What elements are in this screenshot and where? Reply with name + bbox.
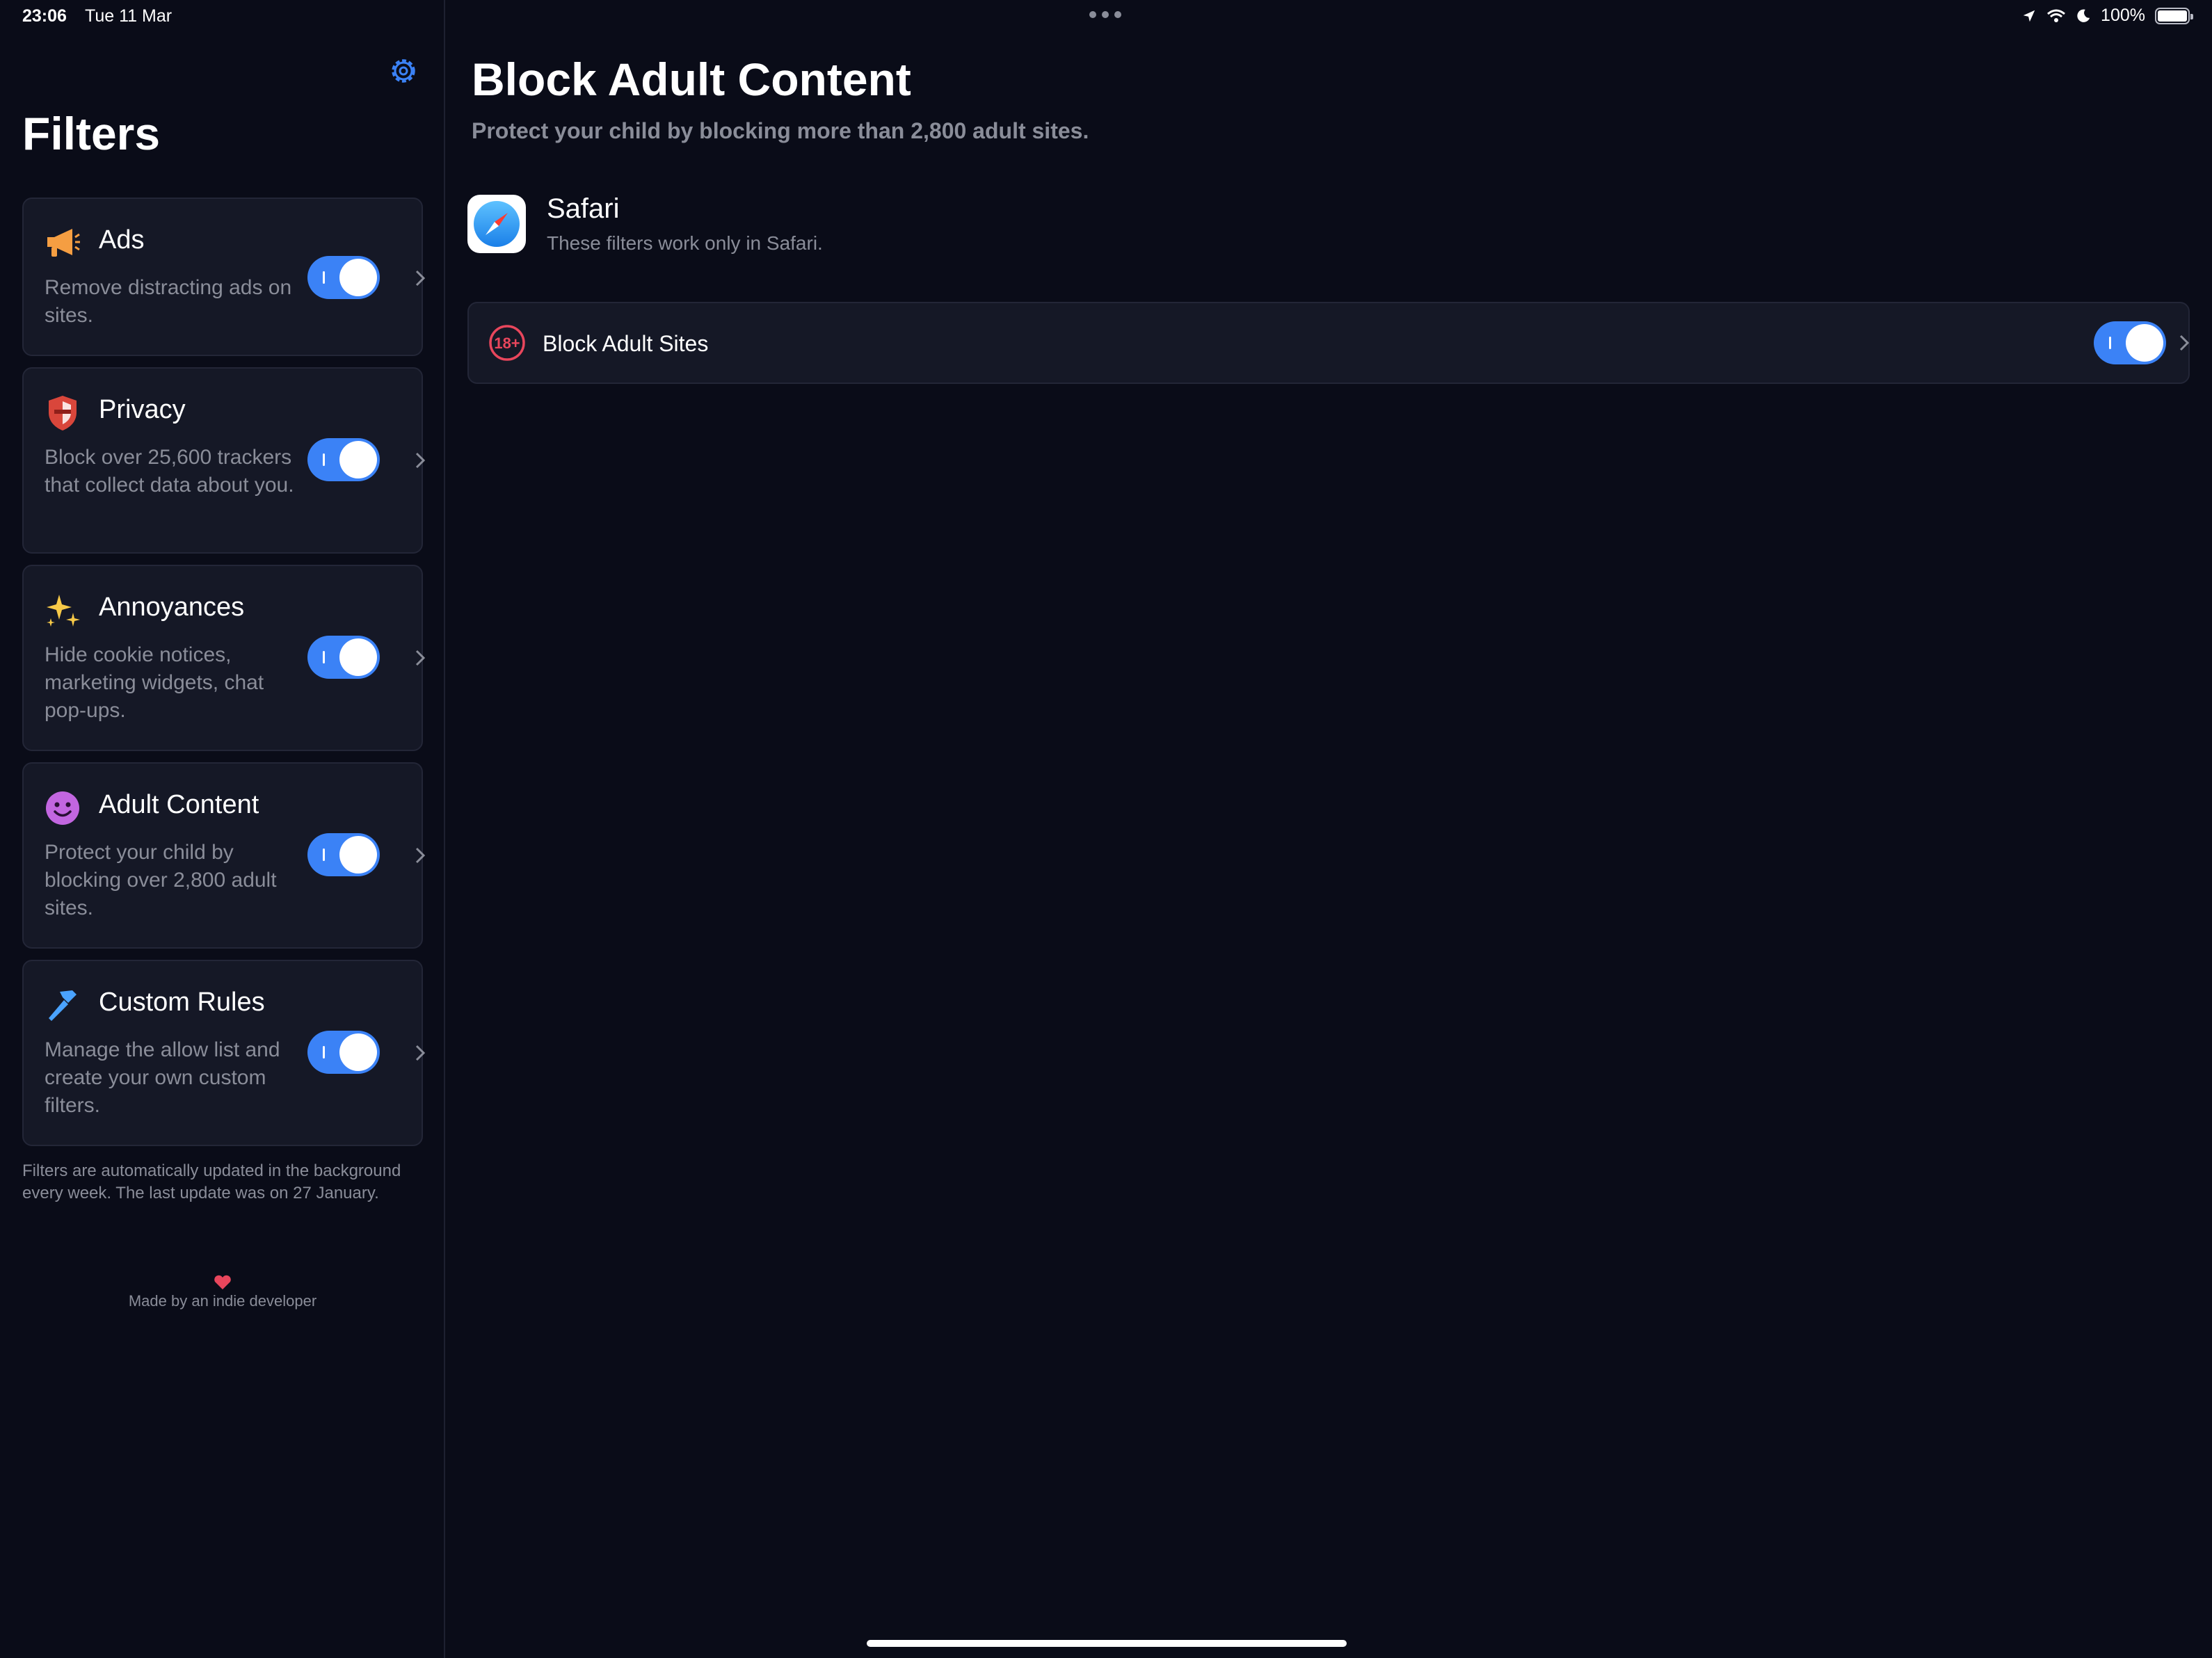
ads-toggle[interactable] (307, 256, 380, 299)
multitasking-dots[interactable] (1089, 11, 1121, 18)
filter-card-adult-content[interactable]: Adult Content Protect your child by bloc… (22, 762, 426, 949)
status-bar: 23:06 Tue 11 Mar 100% (0, 0, 2212, 33)
chevron-right-icon (2179, 335, 2190, 351)
page-subtitle: Protect your child by blocking more than… (472, 118, 1089, 143)
annoyances-toggle[interactable] (307, 636, 380, 679)
custom-rules-toggle[interactable] (307, 1031, 380, 1074)
filter-card-annoyances[interactable]: Annoyances Hide cookie notices, marketin… (22, 565, 426, 751)
sparkles-icon (43, 591, 82, 630)
sidebar: Filters Ads Remove distracting ads on si… (0, 0, 445, 1658)
chevron-right-icon (415, 452, 426, 469)
shield-icon (43, 394, 82, 433)
filter-description: Hide cookie notices, marketing widgets, … (45, 643, 264, 722)
browser-description: These filters work only in Safari. (547, 232, 823, 254)
browser-name: Safari (547, 193, 620, 224)
moon-icon (2077, 9, 2090, 22)
filter-card-privacy[interactable]: Privacy Block over 25,600 trackers that … (22, 367, 426, 554)
chevron-right-icon (415, 1045, 426, 1061)
battery-percent: 100% (2101, 6, 2145, 25)
safari-icon (467, 195, 526, 253)
filter-card-ads[interactable]: Ads Remove distracting ads on sites. (22, 198, 426, 356)
heart-icon (214, 1275, 231, 1289)
chevron-right-icon (415, 270, 426, 287)
filter-card-custom-rules[interactable]: Custom Rules Manage the allow list and c… (22, 960, 426, 1146)
filter-description: Remove distracting ads on sites. (45, 276, 292, 327)
developer-credit: Made by an indie developer (128, 1292, 317, 1310)
smiley-icon (43, 789, 82, 828)
wifi-icon (2047, 9, 2066, 22)
svg-text:18+: 18+ (494, 335, 520, 352)
filter-title: Privacy (99, 395, 186, 424)
adult-content-toggle[interactable] (307, 833, 380, 876)
filter-title: Ads (99, 225, 145, 255)
chevron-right-icon (415, 847, 426, 864)
page-title: Block Adult Content (472, 54, 911, 105)
hammer-icon (43, 986, 82, 1025)
filter-description: Manage the allow list and create your ow… (45, 1038, 280, 1117)
18-plus-icon: 18+ (489, 325, 525, 361)
privacy-toggle[interactable] (307, 438, 380, 481)
rule-row-block-adult-sites[interactable]: 18+ Block Adult Sites (467, 302, 2190, 384)
filter-title: Annoyances (99, 593, 245, 622)
filter-description: Block over 25,600 trackers that collect … (45, 446, 294, 497)
update-note: Filters are automatically updated in the… (22, 1161, 401, 1202)
megaphone-icon (43, 224, 82, 263)
filter-title: Adult Content (99, 790, 259, 819)
settings-button[interactable] (384, 51, 423, 90)
detail-pane: Block Adult Content Protect your child b… (447, 0, 2212, 1658)
filter-title: Custom Rules (99, 988, 265, 1017)
status-time: 23:06 (22, 6, 67, 26)
sidebar-title: Filters (22, 108, 161, 159)
status-indicators: 100% (2021, 6, 2193, 26)
rule-label: Block Adult Sites (543, 331, 709, 356)
gear-icon (392, 59, 415, 83)
home-indicator[interactable] (867, 1640, 1347, 1647)
location-icon (2023, 10, 2035, 22)
block-adult-sites-toggle[interactable] (2094, 321, 2166, 364)
filter-description: Protect your child by blocking over 2,80… (45, 841, 277, 919)
status-date: Tue 11 Mar (85, 6, 173, 26)
battery-icon (2155, 7, 2193, 24)
chevron-right-icon (415, 650, 426, 666)
